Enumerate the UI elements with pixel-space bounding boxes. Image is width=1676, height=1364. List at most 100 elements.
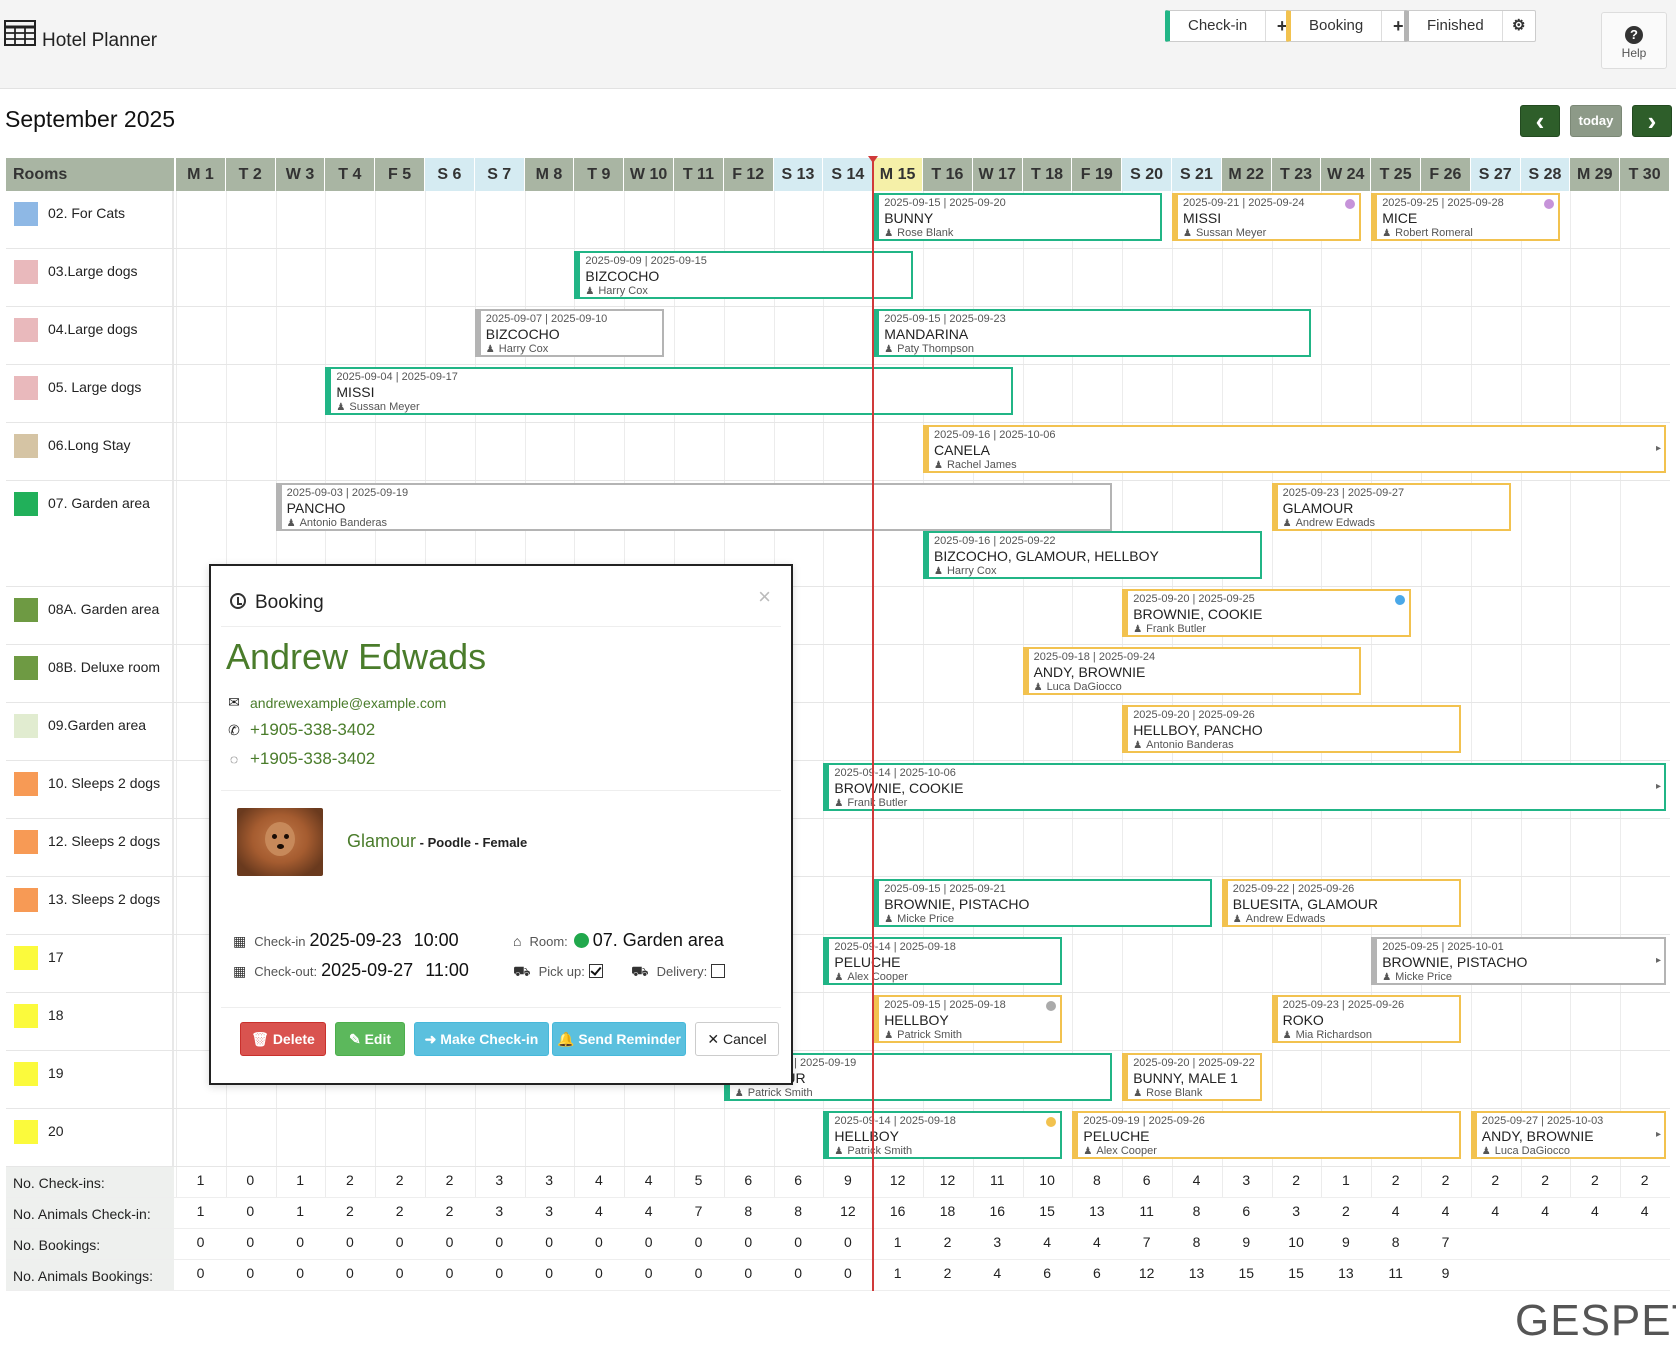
day-header[interactable]: S 28 xyxy=(1520,158,1570,191)
day-header[interactable]: T 9 xyxy=(574,158,624,191)
legend-finished-label[interactable]: Finished xyxy=(1409,11,1503,41)
room-label[interactable]: 03.Large dogs xyxy=(6,249,174,306)
edit-button[interactable]: ✎ Edit xyxy=(335,1022,405,1056)
today-button[interactable]: today xyxy=(1570,105,1622,137)
room-label[interactable]: 07. Garden area xyxy=(6,481,174,586)
home-icon: ⌂ xyxy=(513,933,522,949)
room-label[interactable]: 20 xyxy=(6,1109,174,1166)
day-header[interactable]: S 13 xyxy=(773,158,823,191)
cancel-button[interactable]: ✕ Cancel xyxy=(695,1022,779,1056)
booking-block[interactable]: 2025-09-14 | 2025-10-06 BROWNIE, COOKIE ♟ F… xyxy=(823,763,1666,811)
day-header[interactable]: S 6 xyxy=(425,158,474,191)
day-header[interactable]: T 11 xyxy=(674,158,723,191)
booking-block[interactable]: 2025-09-07 | 2025-09-10 BIZCOCHO ♟ Harry Co… xyxy=(474,309,665,357)
booking-block[interactable]: 2025-09-04 | 2025-09-17 MISSI ♟ Sussan Meye… xyxy=(325,367,1013,415)
legend-booking-label[interactable]: Booking xyxy=(1291,11,1383,41)
booking-dates: 2025-09-23 | 2025-09-26 xyxy=(1282,999,1405,1011)
room-label[interactable]: 17 xyxy=(6,935,174,992)
delete-button[interactable]: 🗑 Delete xyxy=(240,1022,326,1056)
room-label[interactable]: 18 xyxy=(6,993,174,1050)
gear-icon[interactable]: ⚙ xyxy=(1503,11,1535,41)
pet-name[interactable]: Glamour xyxy=(347,831,416,851)
delivery-checkbox[interactable] xyxy=(711,964,726,978)
client-email[interactable]: andrewexample@example.com xyxy=(250,695,446,711)
day-header[interactable]: M 29 xyxy=(1570,158,1620,191)
booking-block[interactable]: 2025-09-16 | 2025-10-06 CANELA ♟ Rachel Jam… xyxy=(923,425,1666,473)
booking-block[interactable]: 2025-09-25 | 2025-09-28 MICE ♟ Robert Romer… xyxy=(1371,193,1561,241)
room-label[interactable]: 10. Sleeps 2 dogs xyxy=(6,761,174,818)
booking-block[interactable]: 2025-09-15 | 2025-09-20 BUNNY ♟ Rose Blank xyxy=(873,193,1163,241)
day-header[interactable]: T 16 xyxy=(923,158,972,191)
day-header[interactable]: S 20 xyxy=(1122,158,1171,191)
booking-block[interactable]: 2025-09-23 | 2025-09-27 GLAMOUR ♟ Andrew Ed… xyxy=(1271,483,1511,531)
day-header[interactable]: T 18 xyxy=(1022,158,1072,191)
booking-block[interactable]: 2025-09-19 | 2025-09-26 PELUCHE ♟ Alex Coop… xyxy=(1072,1111,1461,1159)
booking-block[interactable]: 2025-09-16 | 2025-09-22 BIZCOCHO, GLAMOUR… xyxy=(923,531,1262,579)
pickup-checkbox[interactable] xyxy=(588,964,603,978)
day-header[interactable]: F 12 xyxy=(723,158,773,191)
make-checkin-button[interactable]: ➜ Make Check-in xyxy=(414,1022,549,1056)
booking-block[interactable]: 2025-09-03 | 2025-09-19 PANCHO ♟ Antonio Ba… xyxy=(275,483,1113,531)
help-button[interactable]: ? Help xyxy=(1601,12,1667,69)
client-phone[interactable]: +1905-338-3402 xyxy=(250,720,375,740)
stats-cell: 0 xyxy=(694,1234,703,1250)
send-reminder-button[interactable]: 🔔 Send Reminder xyxy=(552,1022,686,1056)
booking-block[interactable]: 2025-09-15 | 2025-09-18 HELLBOY ♟ Patrick S… xyxy=(873,995,1063,1043)
day-header[interactable]: W 3 xyxy=(275,158,325,191)
room-label[interactable]: 08B. Deluxe room xyxy=(6,645,174,702)
stats-cell: 0 xyxy=(744,1265,753,1281)
client-name[interactable]: Andrew Edwads xyxy=(226,636,486,678)
room-label[interactable]: 05. Large dogs xyxy=(6,365,174,422)
day-header[interactable]: M 1 xyxy=(176,158,225,191)
booking-block[interactable]: 2025-09-18 | 2025-09-24 ANDY, BROWNIE ♟ Luc… xyxy=(1022,647,1362,695)
day-header[interactable]: F 26 xyxy=(1421,158,1470,191)
day-header[interactable]: M 22 xyxy=(1221,158,1271,191)
booking-block[interactable]: 2025-09-21 | 2025-09-24 MISSI ♟ Sussan Meye… xyxy=(1172,193,1362,241)
day-header[interactable]: W 10 xyxy=(624,158,673,191)
checkin-label: Check-in xyxy=(254,934,306,949)
booking-owner-name: Andrew Edwads xyxy=(1245,913,1326,925)
booking-block[interactable]: 2025-09-20 | 2025-09-25 BROWNIE, COOKIE ♟ F… xyxy=(1122,589,1412,637)
close-icon[interactable]: × xyxy=(758,584,771,610)
next-month-button[interactable]: › xyxy=(1632,105,1672,137)
booking-block[interactable]: 2025-09-15 | 2025-09-21 BROWNIE, PISTACHO… xyxy=(873,879,1212,927)
day-header[interactable]: T 23 xyxy=(1271,158,1321,191)
day-header[interactable]: F 19 xyxy=(1072,158,1122,191)
booking-block[interactable]: 2025-09-09 | 2025-09-15 BIZCOCHO ♟ Harry Co… xyxy=(574,251,914,299)
day-header[interactable]: T 30 xyxy=(1620,158,1669,191)
legend-checkin-label[interactable]: Check-in xyxy=(1170,11,1267,41)
booking-block[interactable]: 2025-09-25 | 2025-10-01 BROWNIE, PISTACHO… xyxy=(1371,937,1666,985)
day-header[interactable]: F 5 xyxy=(375,158,424,191)
room-label[interactable]: 06.Long Stay xyxy=(6,423,174,480)
booking-block[interactable]: 2025-09-20 | 2025-09-26 HELLBOY, PANCHO ♟ A… xyxy=(1122,705,1461,753)
room-label[interactable]: 13. Sleeps 2 dogs xyxy=(6,877,174,934)
booking-block[interactable]: 2025-09-15 | 2025-09-23 MANDARINA ♟ Paty Th… xyxy=(873,309,1312,357)
room-label[interactable]: 12. Sleeps 2 dogs xyxy=(6,819,174,876)
chevron-right-icon: › xyxy=(1647,106,1657,136)
day-header[interactable]: M 8 xyxy=(524,158,574,191)
client-whatsapp[interactable]: +1905-338-3402 xyxy=(250,749,375,769)
day-header[interactable]: T 25 xyxy=(1371,158,1420,191)
booking-block[interactable]: 2025-09-23 | 2025-09-26 ROKO ♟ Mia Richards… xyxy=(1271,995,1461,1043)
room-label[interactable]: 04.Large dogs xyxy=(6,307,174,364)
day-header[interactable]: T 2 xyxy=(225,158,275,191)
day-header[interactable]: S 27 xyxy=(1470,158,1520,191)
day-header[interactable]: T 4 xyxy=(325,158,375,191)
day-header[interactable]: S 14 xyxy=(823,158,873,191)
stats-cell: 0 xyxy=(495,1265,504,1281)
room-label[interactable]: 09.Garden area xyxy=(6,703,174,760)
day-header[interactable]: W 24 xyxy=(1321,158,1371,191)
day-header[interactable]: W 17 xyxy=(972,158,1022,191)
booking-block[interactable]: 2025-09-14 | 2025-09-18 HELLBOY ♟ Patrick S… xyxy=(823,1111,1063,1159)
day-header[interactable]: S 21 xyxy=(1172,158,1221,191)
day-header[interactable]: M 15 xyxy=(873,158,922,191)
prev-month-button[interactable]: ‹ xyxy=(1520,105,1560,137)
booking-block[interactable]: 2025-09-20 | 2025-09-22 BUNNY, MALE 1 ♟ Ros… xyxy=(1122,1053,1262,1101)
booking-block[interactable]: 2025-09-27 | 2025-10-03 ANDY, BROWNIE ♟ Luc… xyxy=(1470,1111,1666,1159)
room-label[interactable]: 08A. Garden area xyxy=(6,587,174,644)
room-label[interactable]: 02. For Cats xyxy=(6,191,174,248)
day-header[interactable]: S 7 xyxy=(474,158,524,191)
booking-block[interactable]: 2025-09-14 | 2025-09-18 PELUCHE ♟ Alex Coop… xyxy=(823,937,1063,985)
room-label[interactable]: 19 xyxy=(6,1051,174,1108)
booking-block[interactable]: 2025-09-22 | 2025-09-26 BLUESITA, GLAMOUR… xyxy=(1221,879,1461,927)
